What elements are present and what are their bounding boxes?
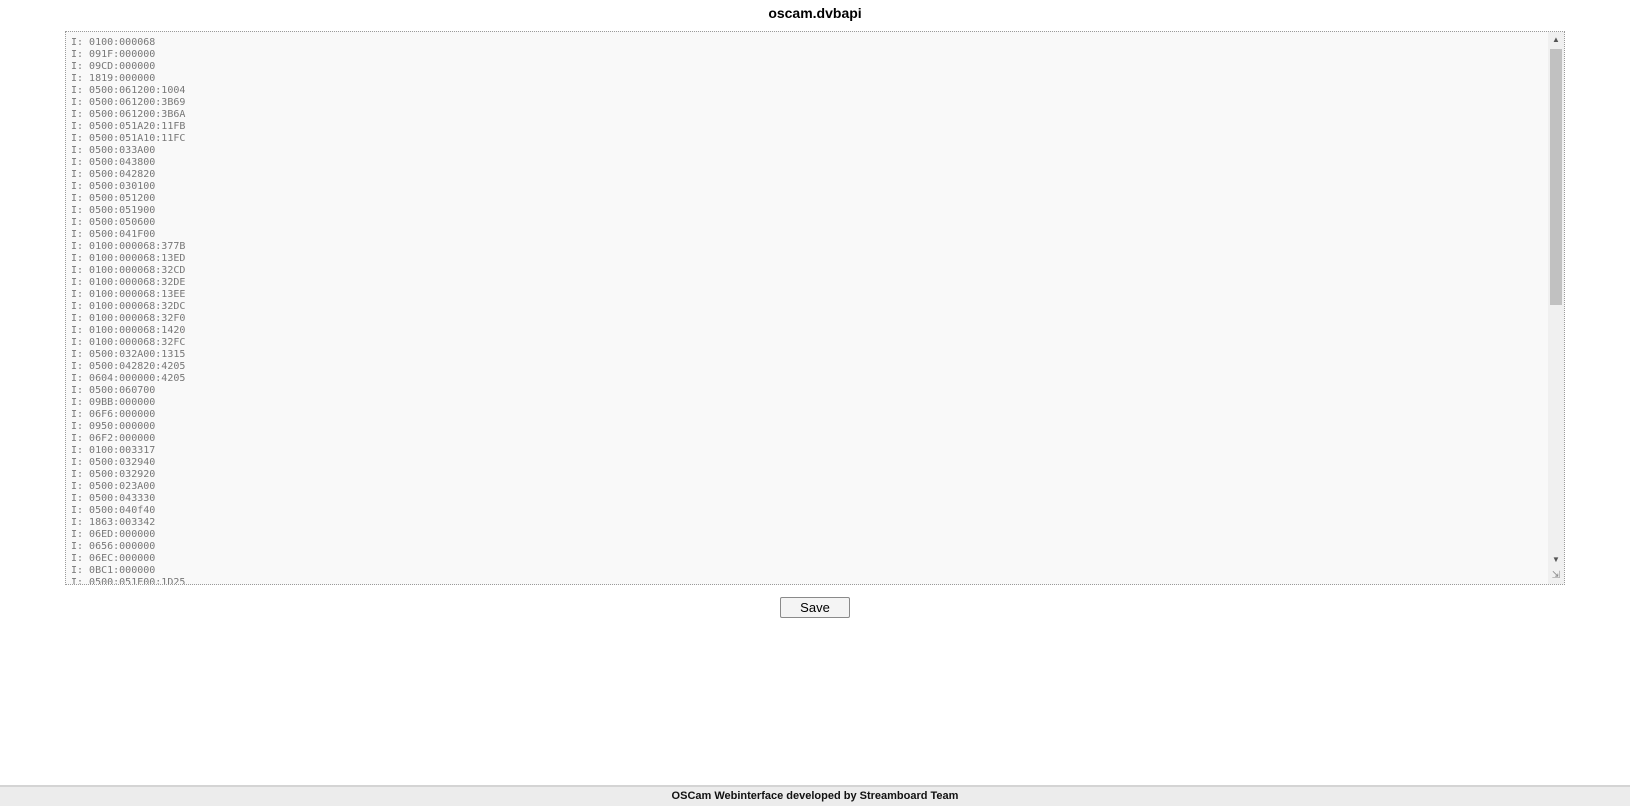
- textarea-line: I: 1863:003342: [71, 517, 156, 528]
- textarea-line: I: 0100:000068:32DC: [71, 301, 186, 312]
- footer: OSCam Webinterface developed by Streambo…: [0, 785, 1630, 806]
- scroll-down-icon[interactable]: ▼: [1548, 552, 1564, 568]
- textarea-line: I: 0500:023A00: [71, 481, 156, 492]
- textarea-line: I: 09CD:000000: [71, 61, 156, 72]
- textarea-line: I: 06ED:000000: [71, 529, 156, 540]
- textarea-line: I: 0500:050600: [71, 217, 156, 228]
- textarea-line: I: 0500:061200:3B69: [71, 97, 186, 108]
- footer-text: OSCam Webinterface developed by Streambo…: [671, 790, 959, 802]
- textarea-line: I: 0500:051A20:11FB: [71, 121, 186, 132]
- textarea-line: I: 0500:043800: [71, 157, 156, 168]
- textarea-line: I: 0500:032920: [71, 469, 156, 480]
- textarea-line: I: 0500:051A10:11FC: [71, 133, 186, 144]
- textarea-line: I: 0100:000068:32F0: [71, 313, 186, 324]
- textarea-line: I: 0100:000068:32DE: [71, 277, 186, 288]
- textarea-line: I: 0500:051900: [71, 205, 156, 216]
- textarea-line: I: 0500:061200:3B6A: [71, 109, 186, 120]
- textarea-line: I: 0500:051E00:1D25: [71, 577, 186, 585]
- textarea-line: I: 06F6:000000: [71, 409, 156, 420]
- textarea-line: I: 0100:000068:13ED: [71, 253, 186, 264]
- textarea-line: I: 0100:000068:1420: [71, 325, 186, 336]
- textarea-line: I: 0100:000068:32CD: [71, 265, 186, 276]
- textarea-line: I: 0500:042820:4205: [71, 361, 186, 372]
- textarea-line: I: 09BB:000000: [71, 397, 156, 408]
- textarea-line: I: 0950:000000: [71, 421, 156, 432]
- textarea-line: I: 0BC1:000000: [71, 565, 156, 576]
- textarea-line: I: 0500:030100: [71, 181, 156, 192]
- textarea-line: I: 0500:042820: [71, 169, 156, 180]
- textarea-line: I: 0500:033A00: [71, 145, 156, 156]
- textarea-line: I: 0500:040f40: [71, 505, 156, 516]
- textarea-line: I: 0500:043330: [71, 493, 156, 504]
- textarea-line: I: 0604:000000:4205: [71, 373, 186, 384]
- textarea-line: I: 0100:000068:377B: [71, 241, 186, 252]
- textarea-line: I: 0500:051200: [71, 193, 156, 204]
- textarea-line: I: 0100:000068:32FC: [71, 337, 186, 348]
- vertical-scrollbar[interactable]: ▲ ▼ ⇲: [1548, 32, 1564, 584]
- textarea-line: I: 091F:000000: [71, 49, 156, 60]
- textarea-line: I: 06EC:000000: [71, 553, 156, 564]
- save-button[interactable]: Save: [780, 597, 850, 618]
- config-textarea[interactable]: I: 0100:000068 I: 091F:000000 I: 09CD:0000…: [65, 31, 1565, 585]
- textarea-line: I: 0500:032940: [71, 457, 156, 468]
- textarea-line: I: 0500:060700: [71, 385, 156, 396]
- scroll-thumb[interactable]: [1550, 49, 1562, 305]
- textarea-line: I: 0500:032A00:1315: [71, 349, 186, 360]
- resize-grip-icon[interactable]: ⇲: [1548, 568, 1564, 584]
- textarea-line: I: 0656:000000: [71, 541, 156, 552]
- scroll-up-icon[interactable]: ▲: [1548, 32, 1564, 48]
- page-title: oscam.dvbapi: [768, 5, 862, 21]
- textarea-line: I: 0100:000068:13EE: [71, 289, 186, 300]
- textarea-line: I: 0100:000068: [71, 37, 156, 48]
- textarea-line: I: 0500:061200:1004: [71, 85, 186, 96]
- textarea-line: I: 1819:000000: [71, 73, 156, 84]
- textarea-line: I: 0500:041F00: [71, 229, 156, 240]
- textarea-line: I: 0100:003317: [71, 445, 156, 456]
- textarea-line: I: 06F2:000000: [71, 433, 156, 444]
- textarea-content[interactable]: I: 0100:000068 I: 091F:000000 I: 09CD:0000…: [71, 37, 186, 585]
